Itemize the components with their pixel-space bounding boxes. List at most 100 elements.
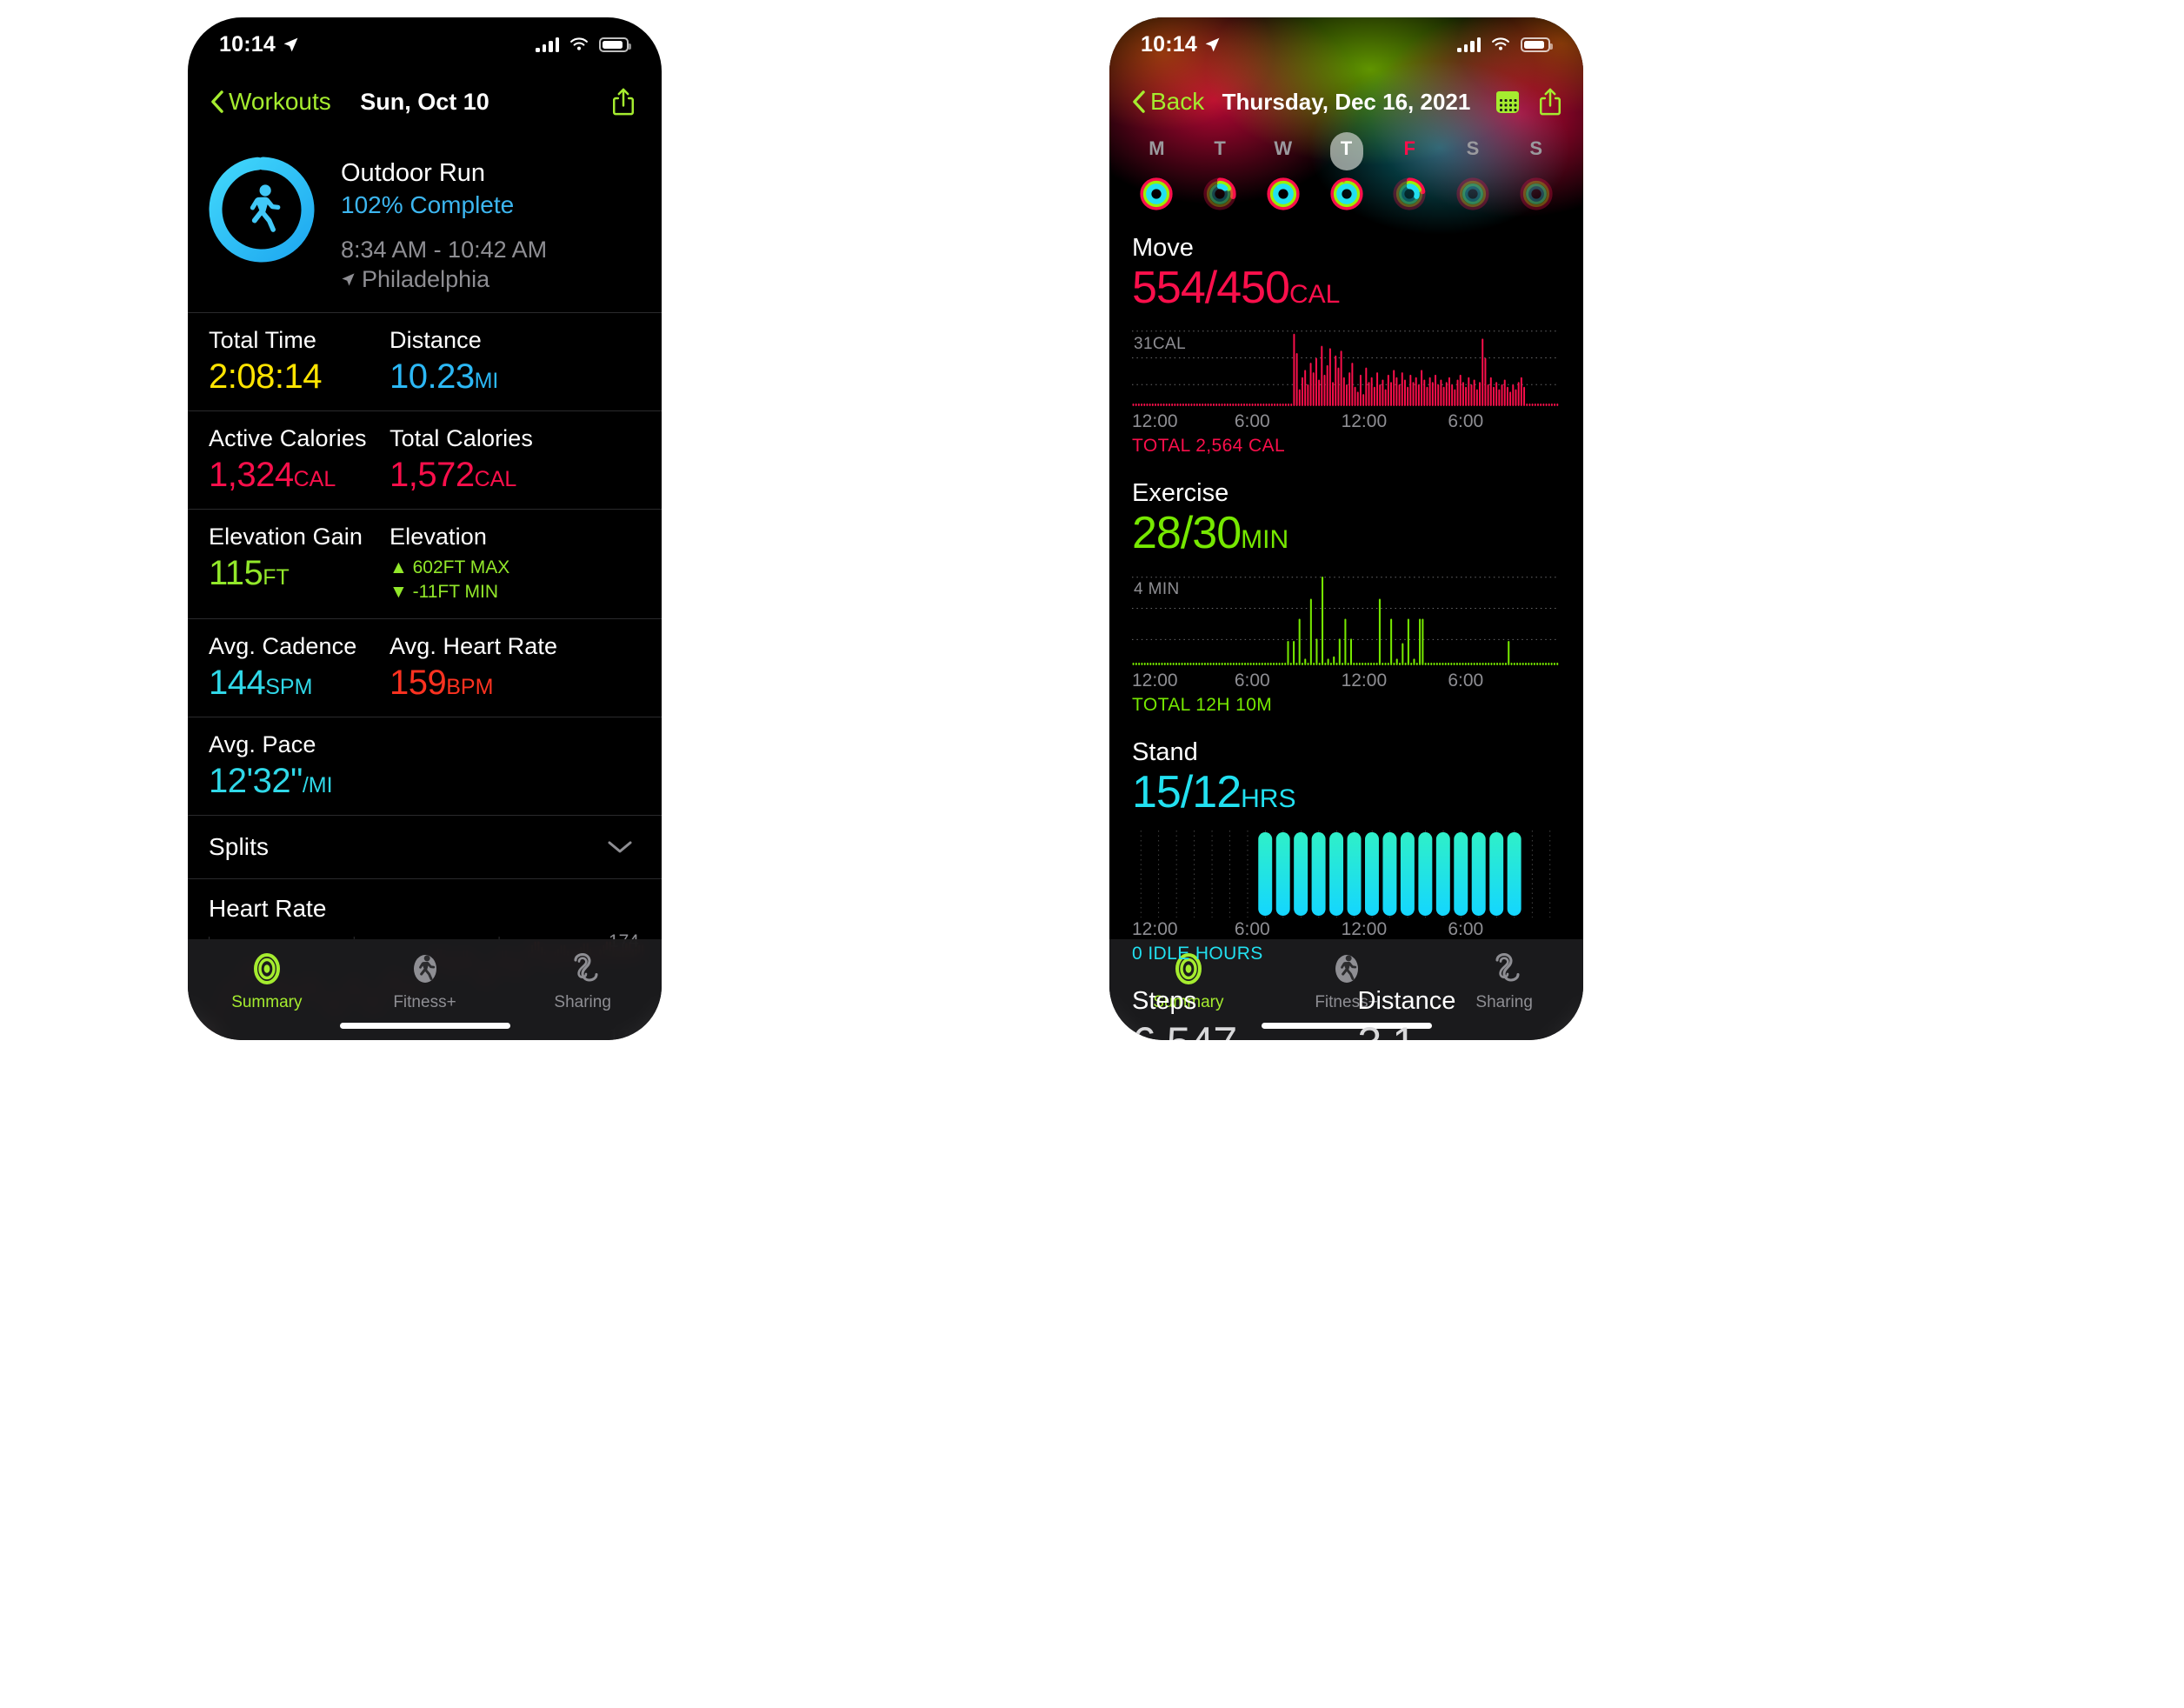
exercise-section: Exercise 28/30MIN 4 MIN 12:00 6:00 12:00… [1109, 457, 1583, 716]
stat-unit: BPM [446, 674, 494, 699]
stat-unit: MI [474, 369, 499, 394]
workout-location: Philadelphia [341, 266, 547, 293]
axis-tick: 12:00 [1132, 411, 1178, 431]
week-ring-6[interactable] [1504, 166, 1568, 222]
battery-icon [599, 37, 631, 52]
back-button[interactable]: Back [1132, 88, 1204, 116]
stat-value: 2:08:14 [209, 357, 322, 397]
elevation-min: ▼ -11FT MIN [390, 582, 499, 603]
exercise-unit: MIN [1241, 525, 1289, 554]
tab-fitness-plus[interactable]: Fitness+ [346, 950, 504, 1012]
distance-label: Distance [1357, 987, 1456, 1015]
exercise-total: TOTAL 12H 10M [1132, 695, 1273, 715]
week-day-letter: T [1340, 137, 1353, 159]
battery-icon [1521, 37, 1553, 52]
exercise-chart: 4 MIN [1132, 571, 1559, 669]
distance-value: 3.1 [1358, 1018, 1417, 1040]
exercise-axis: 12:00 6:00 12:00 6:00 [1132, 671, 1559, 691]
stat-value: 1,324 [209, 456, 294, 495]
calendar-icon[interactable] [1495, 89, 1521, 115]
workout-completion: 102% Complete [341, 191, 515, 219]
stand-axis: 12:00 6:00 12:00 6:00 [1132, 919, 1559, 940]
axis-tick: 12:00 [1341, 919, 1388, 939]
week-day-2[interactable]: W [1251, 134, 1315, 163]
tab-label: Sharing [554, 993, 611, 1011]
move-label: Move [1132, 234, 1194, 262]
stat-row-time-distance: Total Time 2:08:14 Distance 10.23MI [188, 312, 662, 410]
splits-label: Splits [209, 832, 270, 860]
phone-right-activity-summary: 10:14 Back Thursday, Dec 16, 2021 M T W … [1109, 17, 1583, 1040]
stat-row-pace: Avg. Pace 12'32"/MI [188, 716, 662, 815]
cellular-signal-icon [536, 37, 559, 52]
stand-value: 15/12 [1132, 767, 1242, 817]
stat-label: Total Calories [390, 425, 533, 452]
back-label: Back [1150, 88, 1205, 115]
stat-row-cadence-heartrate: Avg. Cadence 144SPM Avg. Heart Rate 159B… [188, 617, 662, 717]
stat-value: 10.23 [390, 357, 475, 397]
week-ring-5[interactable] [1442, 166, 1505, 222]
week-ring-1[interactable] [1189, 166, 1252, 222]
stat-label: Elevation [390, 524, 487, 550]
workout-stats-list: Total Time 2:08:14 Distance 10.23MI Acti… [188, 312, 662, 1040]
stat-label: Avg. Pace [209, 731, 316, 757]
phone-left-workout-detail: 10:14 Workouts Sun, Oct 10 Outdoor Run 1… [188, 17, 662, 1040]
status-bar: 10:14 [1109, 17, 1583, 71]
move-chart: 31CAL [1132, 326, 1559, 410]
axis-tick: 12:00 [1341, 671, 1388, 691]
stand-label: Stand [1132, 738, 1198, 766]
move-value: 554/450 [1132, 263, 1290, 313]
tab-summary[interactable]: Summary [188, 950, 346, 1012]
stat-label: Total Time [209, 327, 317, 354]
week-ring-0[interactable] [1125, 166, 1189, 222]
stat-value: 159 [390, 663, 447, 702]
move-unit: CAL [1288, 280, 1341, 309]
week-ring-3[interactable] [1315, 166, 1378, 222]
exercise-label: Exercise [1132, 479, 1229, 507]
axis-tick: 6:00 [1234, 671, 1270, 691]
stat-total-calories: Total Calories 1,572CAL [390, 425, 662, 495]
bottom-stats: Steps 6,547 Distance 3.1MI [1109, 964, 1583, 1040]
week-day-letter: S [1466, 137, 1480, 159]
workout-title: Outdoor Run [341, 159, 486, 187]
share-icon[interactable] [1538, 87, 1562, 117]
stat-unit: SPM [265, 674, 313, 699]
tab-label: Summary [231, 993, 303, 1011]
stat-avg-heart-rate: Avg. Heart Rate 159BPM [390, 633, 662, 703]
stand-total: 0 IDLE HOURS [1132, 944, 1263, 964]
steps-value: 6,547 [1132, 1017, 1358, 1040]
axis-tick: 12:00 [1132, 671, 1178, 691]
share-icon[interactable] [611, 87, 636, 117]
heart-rate-title: Heart Rate [209, 894, 327, 922]
distance-unit: MI [1415, 1036, 1442, 1040]
chevron-down-icon[interactable] [608, 840, 632, 854]
stat-label: Distance [390, 327, 482, 354]
week-day-5[interactable]: S [1442, 134, 1505, 163]
status-bar: 10:14 [188, 17, 662, 71]
stat-label: Avg. Cadence [209, 632, 357, 659]
week-day-6[interactable]: S [1504, 134, 1568, 163]
week-day-4[interactable]: F [1378, 134, 1442, 163]
stat-label: Active Calories [209, 425, 367, 452]
elevation-max: ▲ 602FT MAX [390, 557, 510, 578]
move-section: Move 554/450CAL 31CAL 12:00 6:00 12:00 6… [1109, 222, 1583, 457]
stand-chart [1132, 831, 1559, 917]
axis-tick: 6:00 [1448, 671, 1484, 691]
status-time: 10:14 [219, 31, 276, 57]
back-to-workouts-button[interactable]: Workouts [210, 88, 331, 116]
week-day-3[interactable]: T [1315, 132, 1378, 170]
axis-tick: 6:00 [1234, 411, 1270, 431]
week-day-1[interactable]: T [1189, 134, 1252, 163]
outdoor-run-icon [205, 153, 318, 266]
workout-header: Outdoor Run 102% Complete 8:34 AM - 10:4… [188, 132, 662, 312]
week-ring-2[interactable] [1251, 166, 1315, 222]
stat-active-calories: Active Calories 1,324CAL [209, 425, 390, 495]
cellular-signal-icon [1457, 37, 1481, 52]
tab-sharing[interactable]: Sharing [503, 950, 662, 1012]
splits-row[interactable]: Splits [188, 814, 662, 878]
move-y-label: 31CAL [1134, 335, 1187, 353]
week-ring-4[interactable] [1378, 166, 1442, 222]
stand-unit: HRS [1241, 784, 1296, 813]
tab-bar: Summary Fitness+ Sharing [188, 939, 662, 1040]
nav-bar: Workouts Sun, Oct 10 [188, 71, 662, 132]
week-day-0[interactable]: M [1125, 134, 1189, 163]
